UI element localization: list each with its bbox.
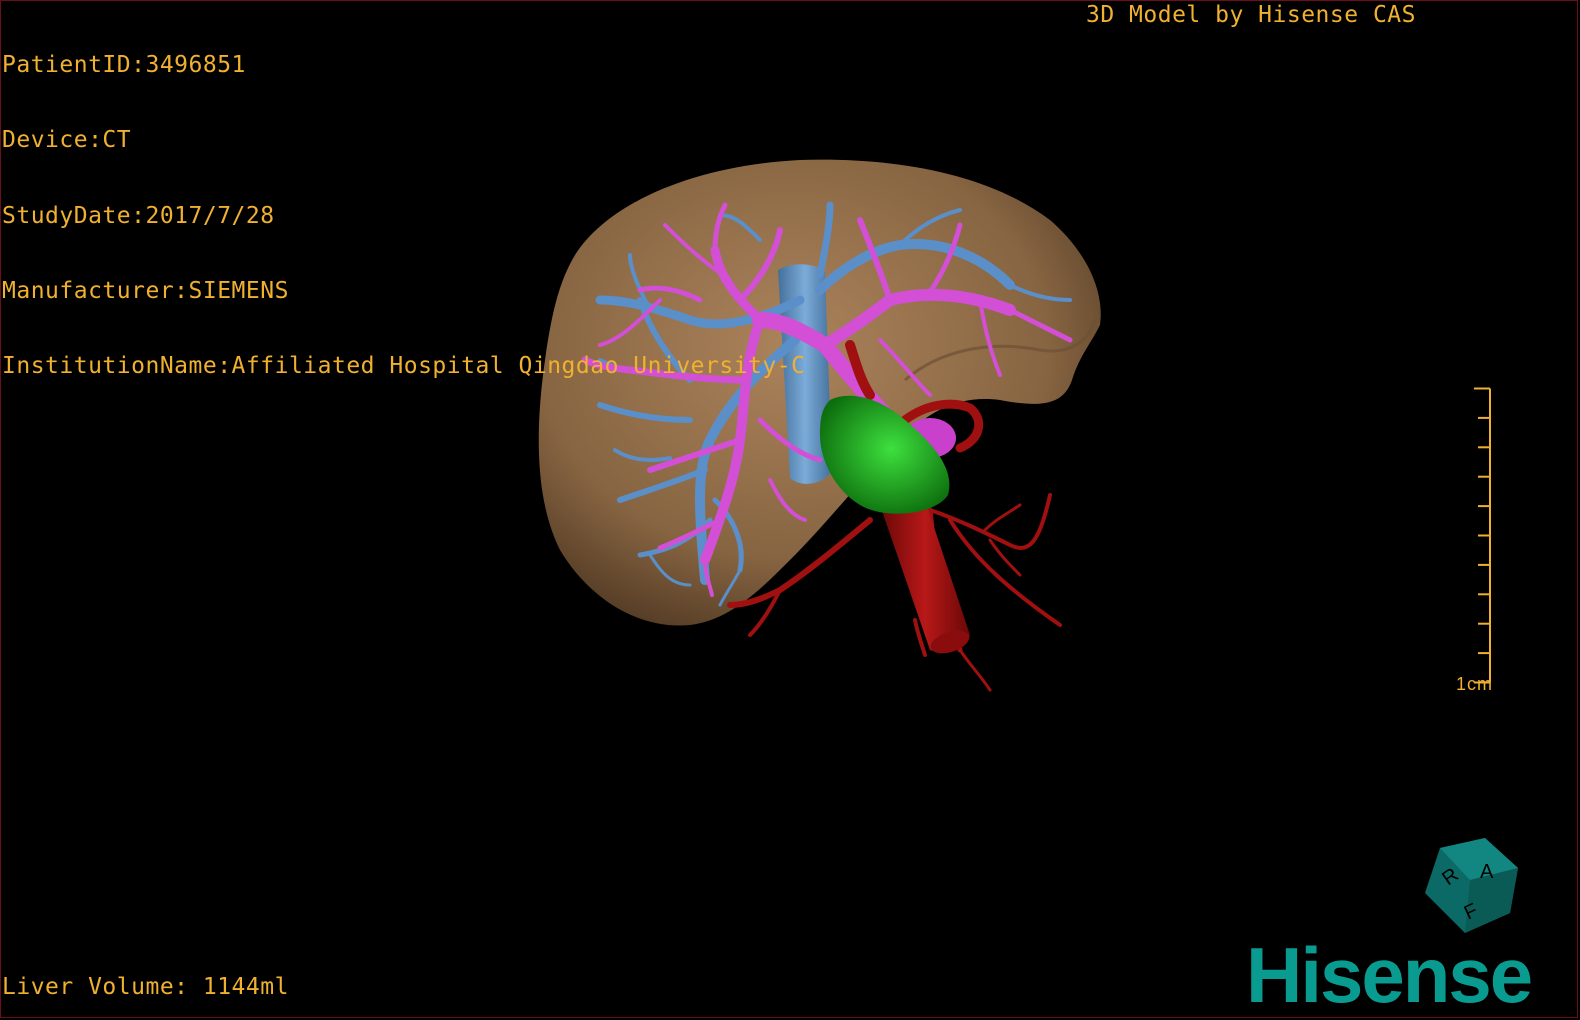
model-brand-title: 3D Model by Hisense CAS [1086,2,1416,28]
patient-info-panel: PatientID:3496851 Device:CT StudyDate:20… [2,3,805,404]
liver-volume-readout: Liver Volume: 1144ml [2,974,289,1000]
cube-face-a: A [1480,861,1494,883]
institution-name: InstitutionName:Affiliated Hospital Qing… [2,353,806,380]
manufacturer-info: Manufacturer:SIEMENS [2,277,289,304]
patient-id: PatientID:3496851 [2,52,246,78]
device-info: Device:CT [2,127,132,154]
scale-bar [1474,387,1491,684]
aorta [880,500,970,652]
orientation-cube[interactable]: R A F [1420,838,1520,938]
hisense-logo: Hisense [1246,931,1533,1019]
study-date: StudyDate:2017/7/28 [2,202,275,229]
scale-bar-label: 1cm [1456,674,1494,694]
